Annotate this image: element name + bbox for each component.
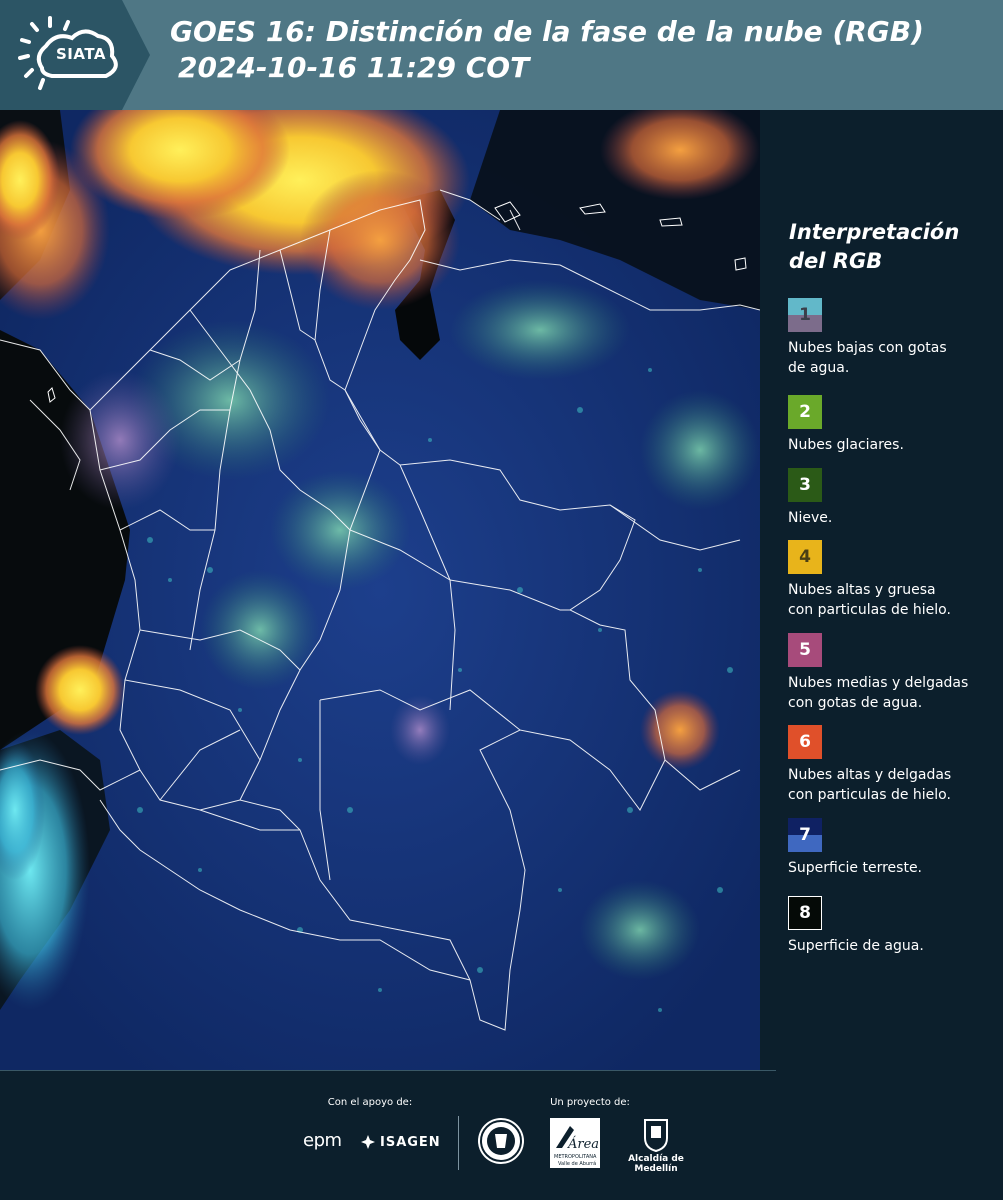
legend-label-line-1: Superficie terreste. <box>788 860 923 876</box>
legend-number: 6 <box>799 732 811 752</box>
area-metropolitana-logo: Área METROPOLITANA Valle de Aburrá <box>550 1118 600 1168</box>
legend-label: Nubes altas y gruesa con particulas de h… <box>788 580 996 620</box>
legend-label-line-1: Nieve. <box>788 510 833 526</box>
legend-label: Nubes glaciares. <box>788 435 996 455</box>
legend-item-6: 6 Nubes altas y delgadas con particulas … <box>788 725 996 805</box>
legend-panel: Interpretación del RGB 1 Nubes bajas con… <box>776 110 998 1070</box>
support-label: Con el apoyo de: <box>327 1097 413 1108</box>
legend-number: 7 <box>799 825 811 845</box>
legend-label-line-2: con particulas de hielo. <box>788 787 951 803</box>
legend-number: 4 <box>799 547 811 567</box>
legend-number: 8 <box>799 903 811 923</box>
isagen-logo: ISAGEN <box>360 1134 441 1150</box>
area-logo-text: Área <box>567 1136 599 1152</box>
legend-label: Nubes bajas con gotas de agua. <box>788 338 996 378</box>
legend-title-line-2: del RGB <box>789 249 883 273</box>
legend-swatch-6: 6 <box>788 725 822 759</box>
legend-item-1: 1 Nubes bajas con gotas de agua. <box>788 298 996 378</box>
footer-divider <box>0 1070 776 1071</box>
siata-logo-text: SIATA <box>55 45 106 63</box>
legend-number: 1 <box>799 305 811 325</box>
page-title: GOES 16: Distinción de la fase de la nub… <box>170 14 924 86</box>
area-logo-graphic: Área METROPOLITANA Valle de Aburrá <box>554 1126 599 1167</box>
legend-number: 2 <box>799 402 811 422</box>
footer: Con el apoyo de: Un proyecto de: epm ISA… <box>0 1070 1003 1200</box>
legend-item-7: 7 Superficie terreste. <box>788 818 996 878</box>
legend-label: Nubes medias y delgadas con gotas de agu… <box>788 673 996 713</box>
legend-label: Superficie terreste. <box>788 858 996 878</box>
legend-label-line-1: Superficie de agua. <box>788 938 924 954</box>
seal-graphic <box>480 1120 522 1162</box>
coat-of-arms-icon <box>644 1119 668 1152</box>
legend-label-line-1: Nubes glaciares. <box>788 437 904 453</box>
legend-title: Interpretación del RGB <box>789 218 989 276</box>
isagen-icon <box>361 1135 375 1149</box>
legend-item-4: 4 Nubes altas y gruesa con particulas de… <box>788 540 996 620</box>
legend-swatch-3: 3 <box>788 468 822 502</box>
isagen-text: ISAGEN <box>380 1134 441 1150</box>
university-seal-icon <box>478 1118 524 1164</box>
legend-item-2: 2 Nubes glaciares. <box>788 395 996 455</box>
legend-swatch-7: 7 <box>788 818 822 852</box>
epm-logo: epm <box>303 1130 342 1151</box>
header-bar: SIATA GOES 16: Distinción de la fase de … <box>0 0 1003 110</box>
legend-item-8: 8 Superficie de agua. <box>788 896 996 956</box>
legend-label: Superficie de agua. <box>788 936 996 956</box>
legend-title-line-1: Interpretación <box>789 220 960 244</box>
alcaldia-logo: Alcaldía de Medellín <box>606 1118 706 1174</box>
project-label: Un proyecto de: <box>550 1097 630 1108</box>
legend-number: 5 <box>799 640 811 660</box>
legend-swatch-8: 8 <box>788 896 822 930</box>
area-logo-sub2: Valle de Aburrá <box>558 1160 596 1167</box>
footer-separator <box>458 1116 459 1170</box>
legend-label-line-2: con gotas de agua. <box>788 695 923 711</box>
legend-swatch-1: 1 <box>788 298 822 332</box>
legend-item-3: 3 Nieve. <box>788 468 996 528</box>
title-line-1: GOES 16: Distinción de la fase de la nub… <box>170 15 924 48</box>
legend-swatch-2: 2 <box>788 395 822 429</box>
area-logo-sub1: METROPOLITANA <box>554 1154 597 1160</box>
rgb-composite-image <box>0 110 760 1070</box>
legend-label-line-1: Nubes medias y delgadas <box>788 675 969 691</box>
legend-label-line-1: Nubes bajas con gotas <box>788 340 947 356</box>
title-line-2: 2024-10-16 11:29 COT <box>178 51 530 84</box>
satellite-map[interactable] <box>0 110 760 1070</box>
legend-label: Nubes altas y delgadas con particulas de… <box>788 765 996 805</box>
legend-swatch-4: 4 <box>788 540 822 574</box>
legend-label-line-1: Nubes altas y gruesa <box>788 582 936 598</box>
legend-label-line-2: con particulas de hielo. <box>788 602 951 618</box>
legend-item-5: 5 Nubes medias y delgadas con gotas de a… <box>788 633 996 713</box>
siata-logo: SIATA <box>0 0 150 110</box>
legend-swatch-5: 5 <box>788 633 822 667</box>
legend-label-line-1: Nubes altas y delgadas <box>788 767 952 783</box>
legend-label-line-2: de agua. <box>788 360 850 376</box>
legend-number: 3 <box>799 475 811 495</box>
alcaldia-text: Alcaldía de Medellín <box>628 1154 684 1174</box>
legend-label: Nieve. <box>788 508 996 528</box>
